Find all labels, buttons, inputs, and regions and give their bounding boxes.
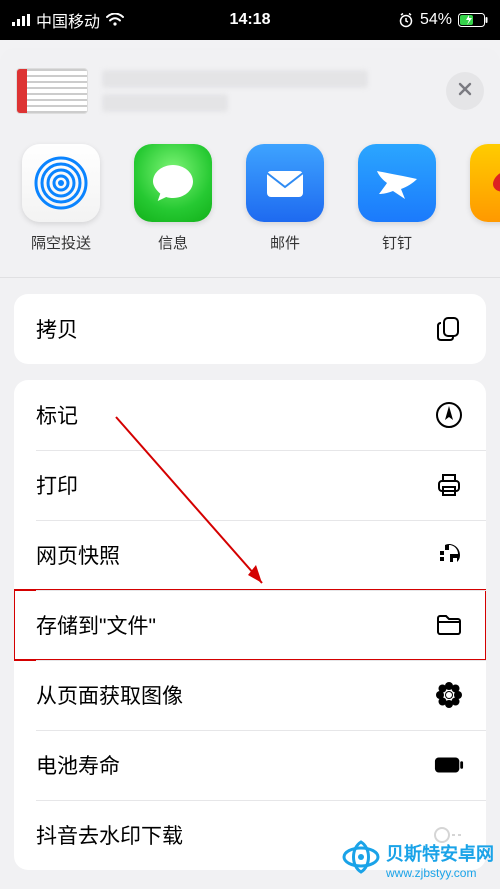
action-label: 拷贝 <box>36 314 78 344</box>
mail-icon <box>246 144 324 222</box>
action-label: 从页面获取图像 <box>36 680 183 710</box>
share-app-mail[interactable]: 邮件 <box>246 144 324 253</box>
wifi-icon <box>106 13 124 27</box>
action-websnap[interactable]: 网页快照 <box>14 520 486 590</box>
watermark-logo-icon <box>340 836 382 883</box>
carrier-label: 中国移动 <box>36 8 100 32</box>
watermark-url: www.zjbstyy.com <box>386 866 494 880</box>
battery-icon <box>458 13 488 27</box>
action-copy[interactable]: 拷贝 <box>14 294 486 364</box>
print-icon <box>434 470 464 500</box>
websnap-icon <box>434 540 464 570</box>
action-card-copy: 拷贝 <box>14 294 486 364</box>
share-sheet-header <box>0 60 500 132</box>
document-title-placeholder <box>102 68 434 114</box>
watermark-name: 贝斯特安卓网 <box>386 844 494 864</box>
markup-icon <box>434 400 464 430</box>
alarm-icon <box>398 12 414 28</box>
share-app-label: 隔空投送 <box>31 232 91 253</box>
flower-icon <box>434 680 464 710</box>
share-sheet: 隔空投送 信息 邮件 钉钉 拷贝 <box>0 48 500 889</box>
action-print[interactable]: 打印 <box>14 450 486 520</box>
battery-pct-label: 54% <box>420 11 452 29</box>
share-app-dingtalk[interactable]: 钉钉 <box>358 144 436 253</box>
action-label: 打印 <box>36 470 78 500</box>
close-icon <box>457 81 473 102</box>
messages-icon <box>134 144 212 222</box>
watermark: 贝斯特安卓网 www.zjbstyy.com <box>340 836 494 883</box>
share-app-extra[interactable] <box>470 144 500 253</box>
status-bar: 中国移动 14:18 54% <box>0 0 500 40</box>
share-app-messages[interactable]: 信息 <box>134 144 212 253</box>
action-markup[interactable]: 标记 <box>14 380 486 450</box>
action-label: 标记 <box>36 400 78 430</box>
action-get-image[interactable]: 从页面获取图像 <box>14 660 486 730</box>
action-label: 电池寿命 <box>36 750 120 780</box>
close-button[interactable] <box>446 72 484 110</box>
share-app-row[interactable]: 隔空投送 信息 邮件 钉钉 <box>0 132 500 278</box>
dingtalk-icon <box>358 144 436 222</box>
action-card-main: 标记 打印 网页快照 存储到"文件" <box>14 380 486 870</box>
action-label: 网页快照 <box>36 540 120 570</box>
document-thumbnail[interactable] <box>16 68 88 114</box>
share-app-label: 邮件 <box>270 232 300 253</box>
folder-icon <box>434 610 464 640</box>
action-label: 抖音去水印下载 <box>36 820 183 850</box>
action-save-to-files[interactable]: 存储到"文件" <box>14 590 486 660</box>
battery-full-icon <box>434 750 464 780</box>
share-app-label: 钉钉 <box>382 232 412 253</box>
signal-icon <box>12 14 30 26</box>
airdrop-icon <box>22 144 100 222</box>
share-app-label: 信息 <box>158 232 188 253</box>
action-battery-life[interactable]: 电池寿命 <box>14 730 486 800</box>
action-label: 存储到"文件" <box>36 610 156 640</box>
clock-label: 14:18 <box>230 11 271 29</box>
copy-icon <box>434 314 464 344</box>
share-app-airdrop[interactable]: 隔空投送 <box>22 144 100 253</box>
weibo-icon <box>470 144 500 222</box>
